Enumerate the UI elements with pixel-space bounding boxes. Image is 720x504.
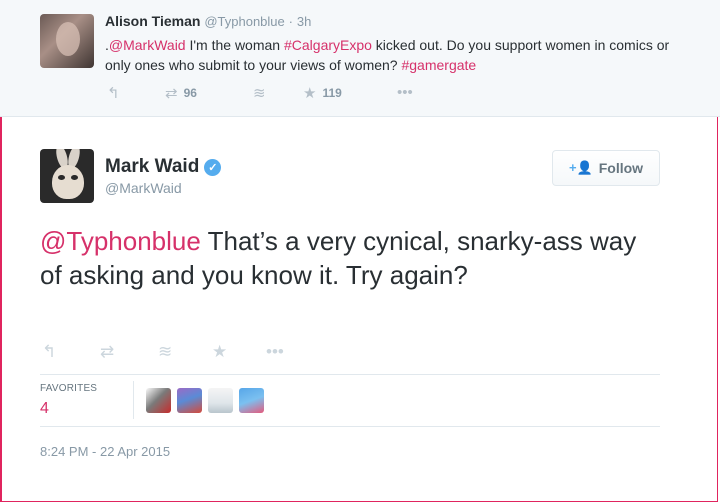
favorite-count: 119 xyxy=(322,86,342,100)
favorite-button[interactable]: ★ 119 xyxy=(303,84,342,102)
favorite-button[interactable]: ★ xyxy=(212,342,227,362)
buffer-button[interactable]: ≋ xyxy=(158,342,172,362)
buffer-icon: ≋ xyxy=(253,85,266,102)
star-icon: ★ xyxy=(303,85,317,102)
follow-button[interactable]: +👤 Follow xyxy=(552,150,660,186)
author-handle[interactable]: @MarkWaid xyxy=(105,180,182,196)
tweet-timestamp[interactable]: 8:24 PM - 22 Apr 2015 xyxy=(40,444,170,459)
retweet-icon: ⇄ xyxy=(165,85,178,102)
retweet-button[interactable]: ⇄ 96 xyxy=(165,84,197,102)
mention-link[interactable]: @Typhonblue xyxy=(40,226,201,256)
reply-header: Alison Tieman @Typhonblue · 3h xyxy=(105,13,311,29)
author-handle[interactable]: @Typhonblue xyxy=(204,14,284,29)
retweet-icon: ⇄ xyxy=(100,342,115,361)
follow-label: Follow xyxy=(598,160,644,176)
avatar[interactable] xyxy=(177,388,202,413)
avatar[interactable] xyxy=(146,388,171,413)
retweet-count: 96 xyxy=(183,86,197,100)
divider xyxy=(133,381,134,419)
verified-badge-icon: ✓ xyxy=(204,158,222,176)
mention-link[interactable]: @MarkWaid xyxy=(109,37,186,53)
text-segment: I'm the woman xyxy=(185,37,284,53)
favorites-count[interactable]: 4 xyxy=(40,400,49,418)
tweet-time[interactable]: 3h xyxy=(297,14,311,29)
star-icon: ★ xyxy=(212,342,228,361)
more-button[interactable]: ••• xyxy=(266,342,284,362)
buffer-button[interactable]: ≋ xyxy=(253,84,266,102)
divider xyxy=(40,374,660,375)
reply-tweet[interactable]: Alison Tieman @Typhonblue · 3h .@MarkWai… xyxy=(0,0,720,117)
divider xyxy=(40,426,660,427)
avatar[interactable] xyxy=(40,14,94,68)
add-user-icon: +👤 xyxy=(568,160,593,175)
avatar-face xyxy=(52,165,84,199)
favorites-label: FAVORITES xyxy=(40,383,98,394)
reply-icon: ↰ xyxy=(42,342,57,361)
hashtag-link[interactable]: #CalgaryExpo xyxy=(284,37,372,53)
dot-separator: · xyxy=(288,14,293,29)
reply-text: .@MarkWaid I'm the woman #CalgaryExpo ki… xyxy=(105,35,685,75)
author-name[interactable]: Mark Waid xyxy=(105,156,199,178)
favoriter-avatars xyxy=(146,388,264,413)
more-icon: ••• xyxy=(266,342,284,361)
tweet-text: @Typhonblue That’s a very cynical, snark… xyxy=(40,224,660,292)
reply-button[interactable]: ↰ xyxy=(42,342,56,362)
reply-icon: ↰ xyxy=(107,85,120,102)
author-name[interactable]: Alison Tieman xyxy=(105,13,200,29)
retweet-button[interactable]: ⇄ xyxy=(100,342,114,362)
reply-button[interactable]: ↰ xyxy=(107,84,120,102)
more-button[interactable]: ••• xyxy=(397,84,413,101)
avatar[interactable] xyxy=(208,388,233,413)
avatar[interactable] xyxy=(239,388,264,413)
more-icon: ••• xyxy=(397,84,413,101)
avatar[interactable] xyxy=(40,149,94,203)
author-name-row: Mark Waid ✓ xyxy=(105,156,222,178)
buffer-icon: ≋ xyxy=(158,342,173,361)
hashtag-link[interactable]: #gamergate xyxy=(401,57,476,73)
